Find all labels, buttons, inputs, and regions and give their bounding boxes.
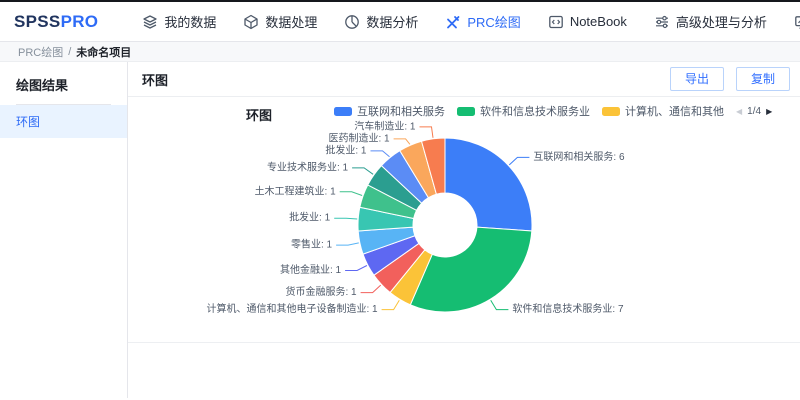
nav-item-pie[interactable]: 数据分析 (344, 12, 418, 31)
panel-title: 环图 (142, 70, 168, 89)
slice-leader-line (420, 127, 434, 138)
slice-leader-line (371, 151, 390, 157)
export-button[interactable]: 导出 (670, 67, 724, 91)
breadcrumb-section[interactable]: PRC绘图 (18, 44, 63, 60)
slice-leader-line (361, 285, 381, 293)
nav-item-sliders[interactable]: 高级处理与分析 (654, 12, 767, 31)
cube-icon (243, 14, 259, 30)
nav-item-label: 我的数据 (164, 12, 216, 31)
sidebar-item[interactable]: 环图 (0, 105, 127, 138)
slice-label: 计算机、通信和其他电子设备制造业: 1 (206, 302, 378, 315)
sidebar-title: 绘图结果 (0, 62, 127, 104)
main-panel: 环图 导出 复制 环图 互联网和相关服务软件和信息技术服务业计算机、通信和其他◀… (128, 62, 800, 398)
chart-slice[interactable] (410, 227, 531, 312)
nav-item-cube[interactable]: 数据处理 (243, 12, 317, 31)
slice-label: 批发业: 1 (289, 211, 331, 224)
nav-item-layers[interactable]: 我的数据 (142, 12, 216, 31)
slice-leader-line (352, 168, 373, 174)
nav-item-label: 高级处理与分析 (676, 12, 767, 31)
slice-leader-line (334, 218, 357, 219)
chart-area: 环图 互联网和相关服务软件和信息技术服务业计算机、通信和其他◀1/4▶ 互联网和… (128, 97, 800, 397)
breadcrumb-current: 未命名项目 (76, 44, 131, 60)
slice-leader-line (491, 300, 509, 309)
logo-text-secondary: PRO (61, 12, 99, 31)
slice-label: 零售业: 1 (291, 238, 333, 251)
pie-icon (344, 14, 360, 30)
app-logo[interactable]: SPSSPRO (14, 12, 98, 32)
slice-label: 批发业: 1 (325, 143, 367, 156)
slice-leader-line (336, 243, 359, 245)
layers-icon (142, 14, 158, 30)
slice-leader-line (345, 266, 367, 271)
slice-leader-line (509, 157, 529, 165)
slice-leader-line (394, 139, 410, 144)
slice-leader-line (340, 192, 362, 196)
chart-slice[interactable] (445, 138, 532, 231)
panel-actions: 导出 复制 (670, 67, 790, 91)
slice-label: 专业技术服务业: 1 (267, 160, 349, 173)
slice-label: 其他金融业: 1 (280, 263, 342, 276)
sidebar: 绘图结果 环图 (0, 62, 128, 398)
slice-label: 汽车制造业: 1 (354, 119, 416, 132)
donut-chart: 互联网和相关服务: 6 软件和信息技术服务业: 7 计算机、通信和其他电子设备制造业… (128, 115, 800, 365)
nav-item-label: NoteBook (570, 14, 627, 29)
nav-item-label: 数据处理 (265, 12, 317, 31)
nav-item-screen[interactable]: PRO大屏 (794, 12, 800, 31)
nav-item-label: PRC绘图 (467, 12, 520, 31)
slice-label: 医药制造业: 1 (328, 131, 390, 144)
main-nav: 我的数据 数据处理 数据分析 PRC绘图 NoteBook 高级处理与分析 PRO大屏 (142, 12, 800, 31)
slice-label: 土木工程建筑业: 1 (255, 184, 337, 197)
panel-header: 环图 导出 复制 (128, 62, 800, 97)
nav-item-label: 数据分析 (366, 12, 418, 31)
breadcrumb-separator: / (68, 46, 71, 58)
screen-icon (794, 14, 800, 30)
slice-label: 软件和信息技术服务业: 7 (512, 302, 624, 315)
code-icon (548, 14, 564, 30)
slice-label: 货币金融服务: 1 (285, 285, 357, 298)
slice-label: 互联网和相关服务: 6 (533, 150, 625, 163)
sliders-icon (654, 14, 670, 30)
copy-button[interactable]: 复制 (736, 67, 790, 91)
nav-item-code[interactable]: NoteBook (548, 14, 627, 30)
draw-icon (445, 14, 461, 30)
nav-item-draw[interactable]: PRC绘图 (445, 12, 520, 31)
top-navbar: SPSSPRO 我的数据 数据处理 数据分析 PRC绘图 NoteBook 高级处理与分析… (0, 2, 800, 42)
logo-text-primary: SPSS (14, 12, 61, 31)
slice-leader-line (382, 300, 400, 309)
breadcrumb: PRC绘图 / 未命名项目 (0, 42, 800, 62)
sidebar-item-list: 环图 (0, 105, 127, 138)
